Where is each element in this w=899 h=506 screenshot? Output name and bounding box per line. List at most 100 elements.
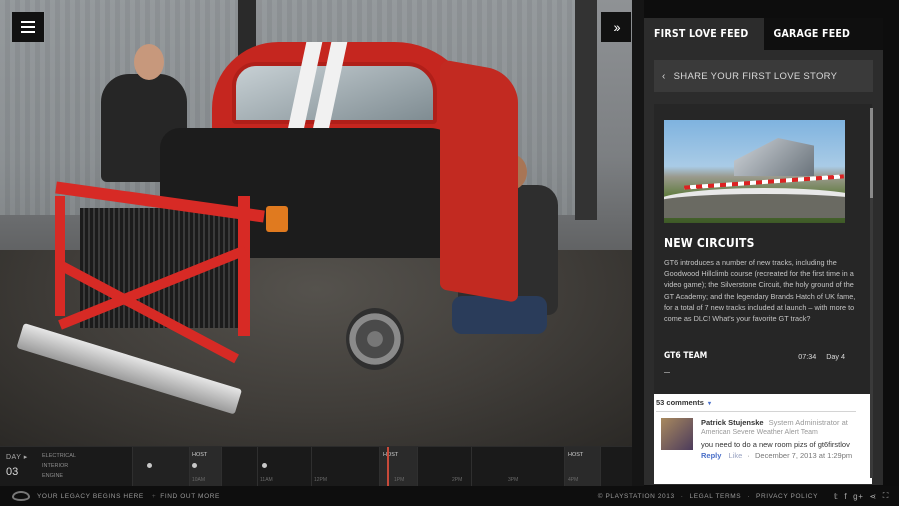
playhead[interactable] — [387, 447, 389, 487]
scrollbar-thumb[interactable] — [870, 108, 873, 198]
comment-text: you need to do a new room pizs of gt6fir… — [701, 440, 850, 449]
tab-garage-feed[interactable]: GARAGE FEED — [763, 18, 883, 50]
car-door — [440, 59, 518, 303]
oil-filter — [266, 206, 288, 232]
feed-panel: FIRST LOVE FEED GARAGE FEED ‹ SHARE YOUR… — [644, 18, 883, 485]
comment-datetime[interactable]: December 7, 2013 at 1:29pm — [755, 451, 852, 460]
facebook-icon[interactable]: f — [844, 492, 847, 501]
day-selector[interactable]: DAY ▸ 03 — [0, 447, 38, 487]
time-label: 1PM — [394, 477, 405, 483]
time-label: 2PM — [452, 477, 463, 483]
comment-author-team: American Severe Weather Alert Team — [701, 429, 818, 436]
timeline-segment[interactable]: 3PM — [471, 447, 564, 487]
frame-left-post — [55, 196, 65, 316]
host-label: HOST — [383, 452, 399, 458]
timeline-event-dot[interactable] — [192, 463, 197, 468]
mechanic-left-head — [134, 44, 164, 80]
divider — [664, 372, 670, 373]
mechanic-right-legs — [452, 296, 547, 334]
feed-scrollbar[interactable] — [870, 108, 873, 478]
timeline-segment[interactable] — [600, 447, 632, 487]
find-out-more-link[interactable]: FIND OUT MORE — [160, 493, 220, 500]
collapse-panel-button[interactable]: ›› — [601, 12, 631, 42]
feed-tabs: FIRST LOVE FEED GARAGE FEED — [644, 18, 883, 50]
shed-pillar — [575, 0, 597, 220]
timeline-segment[interactable]: HOST 1PM — [379, 447, 417, 487]
plus-icon: + — [151, 492, 157, 500]
footer-right: © PLAYSTATION 2013 · LEGAL TERMS · PRIVA… — [598, 491, 889, 501]
timeline-segment[interactable]: 11AM — [257, 447, 311, 487]
host-label: HOST — [192, 452, 208, 458]
post-body: GT6 introduces a number of new tracks, i… — [664, 258, 856, 324]
category-engine: ENGINE — [42, 473, 64, 479]
category-interior: INTERIOR — [42, 463, 69, 469]
comments-section: 53 comments ▾ Patrick Stujenske System A… — [654, 394, 872, 484]
post-author: GT6 TEAM — [664, 351, 708, 361]
time-label: 12PM — [314, 477, 328, 483]
day-label: DAY ▸ — [6, 454, 28, 461]
post-meta: GT6 TEAM 07:34 Day 4 — [664, 351, 845, 361]
gt-logo-icon[interactable] — [12, 491, 30, 501]
time-label: 11AM — [260, 477, 273, 483]
comments-count[interactable]: 53 comments ▾ — [656, 398, 711, 407]
post-time: 07:34 — [798, 351, 817, 361]
share-story-label: SHARE YOUR FIRST LOVE STORY — [673, 70, 838, 82]
post-image[interactable] — [664, 120, 845, 223]
footer-bar: YOUR LEGACY BEGINS HERE + FIND OUT MORE … — [0, 486, 899, 506]
time-label: 4PM — [568, 477, 579, 483]
comment-author-name[interactable]: Patrick Stujenske — [701, 418, 764, 427]
privacy-policy-link[interactable]: PRIVACY POLICY — [756, 493, 818, 500]
tab-first-love-feed[interactable]: FIRST LOVE FEED — [644, 18, 764, 50]
copyright: © PLAYSTATION 2013 — [597, 492, 675, 500]
comments-count-label: 53 comments — [656, 398, 704, 407]
post-title: NEW CIRCUITS — [664, 236, 755, 250]
share-icon[interactable]: ⋖ — [869, 492, 876, 501]
share-story-button[interactable]: ‹ SHARE YOUR FIRST LOVE STORY — [654, 60, 873, 92]
circuit-building — [734, 138, 814, 176]
timeline-event-dot[interactable] — [262, 463, 267, 468]
timeline-segment[interactable] — [221, 447, 257, 487]
separator: · — [747, 492, 751, 500]
google-plus-icon[interactable]: g+ — [853, 492, 863, 501]
fullscreen-icon[interactable]: ⛶ — [883, 491, 889, 501]
legal-terms-link[interactable]: LEGAL TERMS — [689, 493, 741, 500]
chevron-left-icon: ‹ — [662, 70, 666, 82]
timeline-segment[interactable] — [132, 447, 189, 487]
brake-disc — [346, 308, 404, 370]
timeline-segment[interactable]: 12PM — [311, 447, 379, 487]
hamburger-icon-line — [21, 26, 35, 28]
double-chevron-right-icon: ›› — [613, 19, 620, 35]
day-number: 03 — [6, 466, 19, 478]
timeline[interactable]: DAY ▸ 03 ELECTRICAL INTERIOR ENGINE HOST… — [0, 446, 632, 487]
tagline: YOUR LEGACY BEGINS HERE — [37, 492, 144, 500]
circuit-track — [664, 188, 845, 218]
hamburger-icon-line — [21, 31, 35, 33]
timeline-segment[interactable]: 2PM — [417, 447, 471, 487]
chevron-down-icon: ▾ — [708, 401, 712, 407]
panel-gutter — [632, 0, 644, 486]
category-electrical: ELECTRICAL — [42, 453, 76, 459]
time-label: 10AM — [192, 477, 206, 483]
timeline-segment[interactable]: HOST 4PM — [564, 447, 600, 487]
comment-author[interactable]: Patrick Stujenske System Administrator a… — [701, 418, 848, 427]
feed-post: NEW CIRCUITS GT6 introduces a number of … — [654, 104, 872, 484]
hamburger-icon — [21, 21, 35, 23]
app-root: ›› DAY ▸ 03 ELECTRICAL INTERIOR ENGINE H… — [0, 0, 899, 506]
menu-button[interactable] — [12, 12, 44, 42]
twitter-icon[interactable]: 𝕥 — [834, 492, 838, 501]
comment-actions: Reply Like · December 7, 2013 at 1:29pm — [701, 451, 852, 460]
separator: · — [747, 451, 750, 460]
avatar[interactable] — [661, 418, 693, 450]
like-link[interactable]: Like — [729, 451, 743, 460]
timeline-categories: ELECTRICAL INTERIOR ENGINE — [42, 451, 76, 481]
timeline-segment[interactable]: HOST 10AM — [189, 447, 221, 487]
reply-link[interactable]: Reply — [701, 451, 721, 460]
timeline-event-dot[interactable] — [147, 463, 152, 468]
divider — [656, 411, 856, 412]
video-stage[interactable] — [0, 0, 632, 446]
comment-author-role: System Administrator at — [768, 418, 848, 427]
host-label: HOST — [568, 452, 584, 458]
separator: · — [680, 492, 684, 500]
post-day: Day 4 — [826, 351, 845, 361]
time-label: 3PM — [508, 477, 519, 483]
